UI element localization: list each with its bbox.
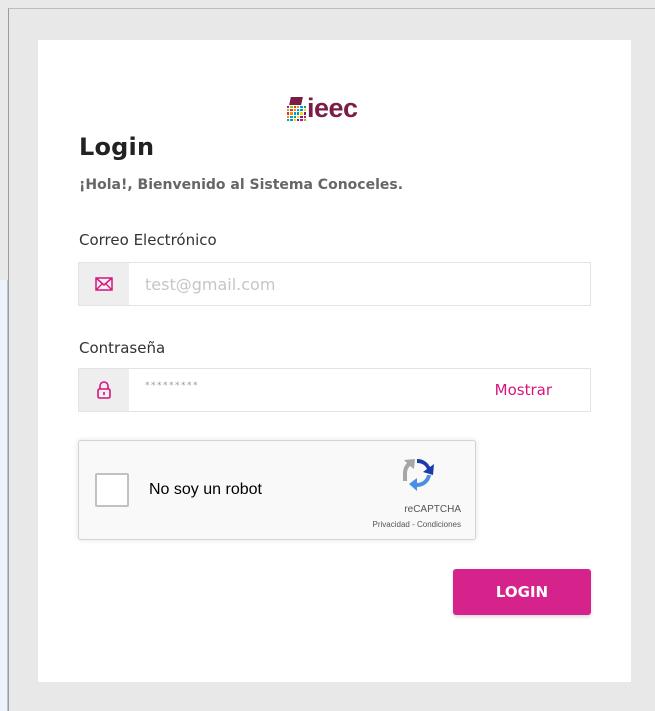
recaptcha-checkbox[interactable] [95,473,129,507]
password-addon [79,369,129,411]
recaptcha-links[interactable]: Privacidad - Condiciones [373,520,462,529]
welcome-subtitle: ¡Hola!, Bienvenido al Sistema Conoceles. [79,177,404,193]
show-password-toggle[interactable]: Mostrar [495,369,590,411]
password-input-group: ********* Mostrar [78,368,591,412]
lock-icon [97,381,111,399]
ballot-box-icon [287,97,306,121]
recaptcha-widget: No soy un robot reCAPTCHA Privacidad - C… [78,440,476,540]
left-window-edge [0,280,8,711]
envelope-icon [95,277,113,291]
login-card: ieec Login ¡Hola!, Bienvenido al Sistema… [38,40,631,682]
email-field[interactable] [129,263,590,305]
email-label: Correo Electrónico [79,231,217,249]
email-addon [79,263,129,305]
ieec-logo: ieec [287,82,358,122]
email-input-group [78,262,591,306]
logo-text: ieec [307,93,358,123]
login-button[interactable]: LOGIN [453,569,591,615]
page-title: Login [79,133,155,161]
recaptcha-brand: reCAPTCHA [404,504,461,515]
recaptcha-icon [402,458,434,491]
password-label: Contraseña [79,339,166,357]
recaptcha-label: No soy un robot [149,481,262,498]
password-field[interactable]: ********* [129,361,495,411]
